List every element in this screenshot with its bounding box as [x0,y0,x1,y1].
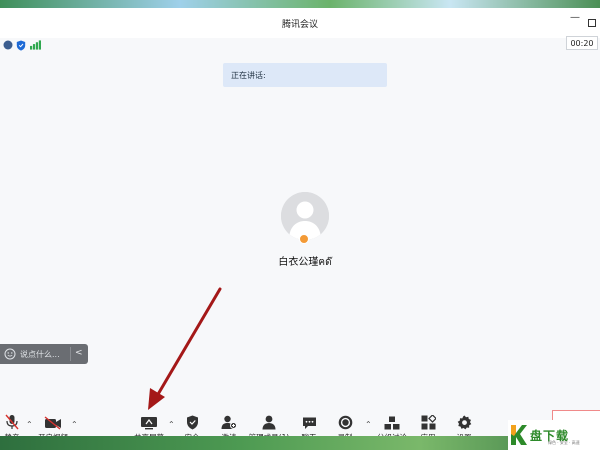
watermark-subtitle: 绿色 · 安全 · 高速 [548,440,580,445]
watermark-k-icon [511,425,527,445]
annotation-arrow [148,287,222,410]
